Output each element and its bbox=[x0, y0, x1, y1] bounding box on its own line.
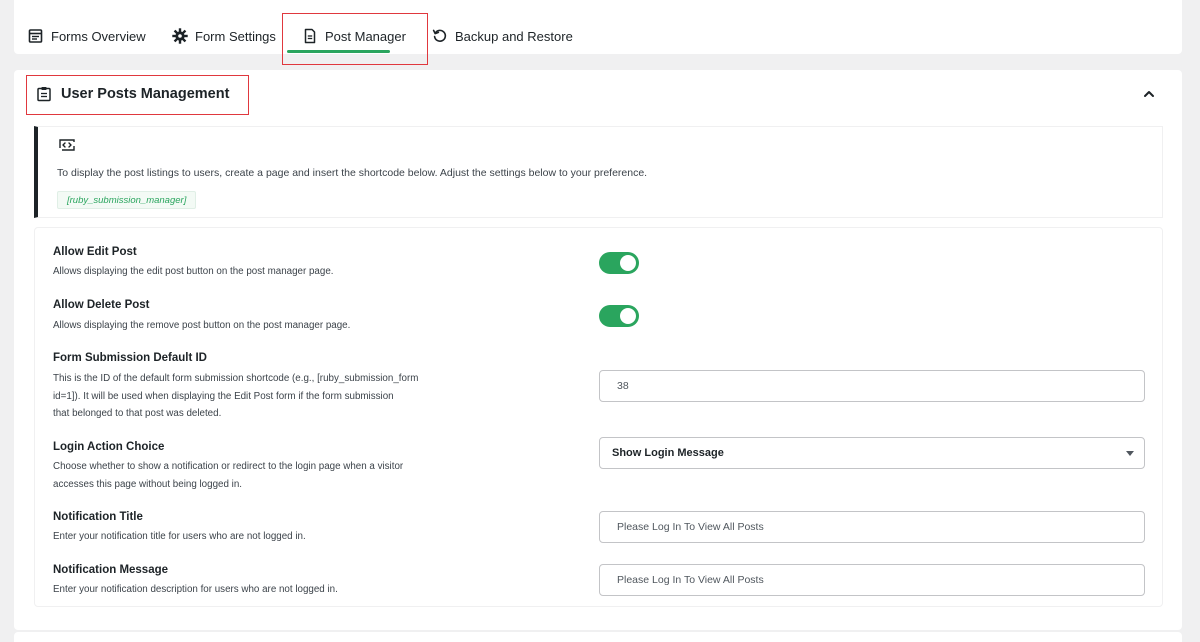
description-line: that belonged to that post was deleted. bbox=[53, 408, 222, 419]
restore-icon bbox=[432, 29, 447, 42]
code-icon bbox=[59, 139, 75, 151]
allow-edit-toggle[interactable] bbox=[599, 252, 639, 274]
allow-delete-description: Allows displaying the remove post button… bbox=[53, 320, 351, 331]
shortcode-info-box: To display the post listings to users, c… bbox=[34, 126, 1163, 218]
document-icon bbox=[304, 28, 316, 44]
section-title: User Posts Management bbox=[36, 86, 229, 102]
login-action-label: Login Action Choice bbox=[53, 441, 165, 453]
allow-edit-description: Allows displaying the edit post button o… bbox=[53, 266, 334, 277]
chevron-up-icon[interactable] bbox=[1142, 87, 1156, 101]
tab-backup-restore[interactable]: Backup and Restore bbox=[432, 24, 573, 48]
login-action-select[interactable]: Show Login Message bbox=[599, 437, 1145, 469]
allow-delete-label: Allow Delete Post bbox=[53, 299, 150, 311]
tab-label: Post Manager bbox=[325, 28, 406, 44]
gear-icon bbox=[172, 28, 188, 44]
description-line: Choose whether to show a notification or… bbox=[53, 461, 404, 472]
description-line: accesses this page without being logged … bbox=[53, 478, 242, 490]
chevron-down-icon bbox=[1126, 451, 1134, 456]
shortcode-badge[interactable]: [ruby_submission_manager] bbox=[57, 191, 197, 209]
settings-list: Allow Edit Post Allows displaying the ed… bbox=[34, 227, 1163, 607]
forms-overview-icon bbox=[28, 29, 43, 43]
tab-post-manager[interactable]: Post Manager bbox=[302, 24, 406, 48]
allow-edit-label: Allow Edit Post bbox=[53, 246, 137, 258]
tab-label: Forms Overview bbox=[51, 28, 146, 44]
default-id-description: This is the ID of the default form submi… bbox=[53, 370, 473, 423]
user-posts-management-panel: User Posts Management To display the pos… bbox=[14, 70, 1182, 630]
notification-title-label: Notification Title bbox=[53, 511, 143, 523]
login-action-description: Choose whether to show a notification or… bbox=[53, 458, 473, 493]
notification-message-label: Notification Message bbox=[53, 564, 169, 576]
default-id-input[interactable]: 38 bbox=[599, 370, 1145, 402]
tab-label: Backup and Restore bbox=[455, 28, 573, 44]
clipboard-icon bbox=[37, 87, 51, 102]
default-id-label: Form Submission Default ID bbox=[53, 352, 207, 364]
active-tab-indicator bbox=[287, 50, 390, 53]
notification-title-input[interactable]: Please Log In To View All Posts bbox=[599, 511, 1145, 543]
shortcode-instructions: To display the post listings to users, c… bbox=[57, 167, 648, 179]
notification-message-description: Enter your notification description for … bbox=[53, 584, 338, 595]
tab-bar: Forms Overview Form Settings Post Manage… bbox=[14, 0, 1182, 54]
tab-forms-overview[interactable]: Forms Overview bbox=[28, 24, 146, 48]
notification-title-description: Enter your notification title for users … bbox=[53, 531, 306, 542]
login-action-selected-value: Show Login Message bbox=[612, 447, 724, 459]
description-line: This is the ID of the default form submi… bbox=[53, 373, 419, 384]
allow-delete-toggle[interactable] bbox=[599, 305, 639, 327]
next-panel-edge bbox=[14, 632, 1182, 642]
tab-form-settings[interactable]: Form Settings bbox=[172, 24, 276, 48]
notification-message-input[interactable]: Please Log In To View All Posts bbox=[599, 564, 1145, 596]
tab-label: Form Settings bbox=[195, 28, 276, 44]
description-line: id=1]). It will be used when displaying … bbox=[53, 390, 394, 402]
section-title-text: User Posts Management bbox=[61, 86, 230, 102]
